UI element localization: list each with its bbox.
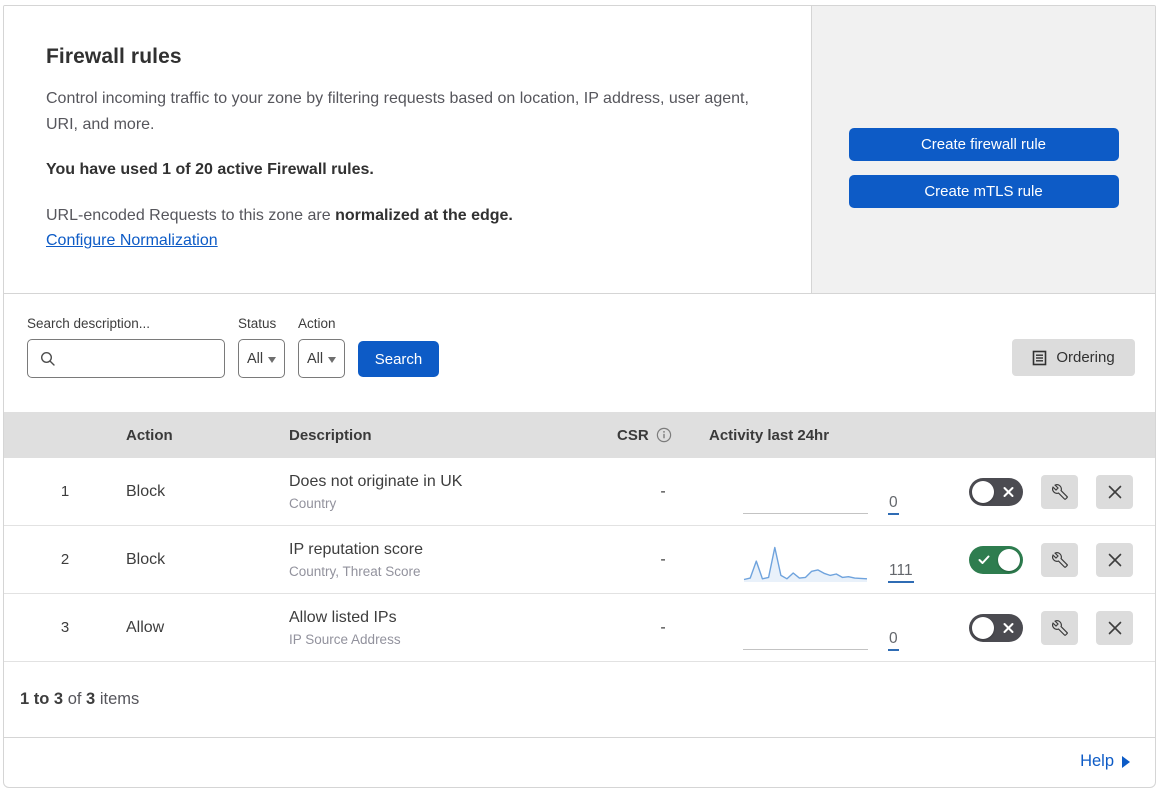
normalization-bold: normalized at the edge. xyxy=(335,207,513,224)
chevron-down-icon xyxy=(268,356,277,363)
list-document-icon xyxy=(1033,350,1047,365)
rule-fields: Country, Threat Score xyxy=(289,564,421,579)
search-label: Search description... xyxy=(27,316,151,331)
help-link[interactable]: Help xyxy=(1080,752,1130,771)
status-label: Status xyxy=(238,316,277,331)
close-icon xyxy=(1108,485,1121,498)
cta-panel: Create firewall rule Create mTLS rule xyxy=(812,6,1155,293)
arrow-right-icon xyxy=(1122,755,1130,768)
rule-priority: 1 xyxy=(60,483,70,500)
rule-controls xyxy=(924,542,1155,577)
search-icon xyxy=(40,351,55,366)
activity-count-link[interactable]: 0 xyxy=(888,494,899,515)
normalization-prefix: URL-encoded Requests to this zone are xyxy=(46,207,336,224)
chevron-down-icon xyxy=(328,356,337,363)
rule-enabled-toggle[interactable] xyxy=(969,613,1023,642)
rule-description: Does not originate in UK xyxy=(289,473,463,490)
rule-description-cell: Does not originate in UK Country xyxy=(289,472,617,511)
table-row: 1 Block Does not originate in UK Country… xyxy=(4,458,1155,526)
rule-activity-cell: 0 xyxy=(709,605,924,651)
rule-csr: - xyxy=(660,550,666,568)
edit-rule-button[interactable] xyxy=(1041,542,1078,577)
activity-count-link[interactable]: 0 xyxy=(888,630,899,651)
rule-description: IP reputation score xyxy=(289,541,424,558)
header-activity: Activity last 24hr xyxy=(709,426,830,444)
rule-description-cell: Allow listed IPs IP Source Address xyxy=(289,608,617,647)
activity-sparkline xyxy=(743,546,868,582)
rule-fields: Country xyxy=(289,496,337,511)
close-icon xyxy=(1108,553,1121,566)
table-row: 2 Block IP reputation score Country, Thr… xyxy=(4,526,1155,594)
toggle-off-x-icon xyxy=(1003,622,1014,633)
rule-action: Allow xyxy=(126,618,165,636)
action-label: Action xyxy=(298,316,336,331)
rule-controls xyxy=(924,610,1155,645)
rule-activity-cell: 111 xyxy=(709,537,924,583)
header-action: Action xyxy=(126,426,173,444)
edit-rule-button[interactable] xyxy=(1041,610,1078,645)
delete-rule-button[interactable] xyxy=(1096,474,1133,509)
rule-controls xyxy=(924,474,1155,509)
usage-summary: You have used 1 of 20 active Firewall ru… xyxy=(46,161,374,178)
rule-description-cell: IP reputation score Country, Threat Scor… xyxy=(289,540,617,579)
create-firewall-rule-button[interactable]: Create firewall rule xyxy=(848,127,1119,161)
rule-description: Allow listed IPs xyxy=(289,609,397,626)
page-description: Control incoming traffic to your zone by… xyxy=(46,90,749,133)
wrench-icon xyxy=(1051,551,1068,568)
pagination-summary: 1 to 3 of 3 items xyxy=(4,662,1155,738)
toggle-knob xyxy=(972,480,994,503)
rule-enabled-toggle[interactable] xyxy=(969,477,1023,506)
rule-activity-cell: 0 xyxy=(709,469,924,515)
delete-rule-button[interactable] xyxy=(1096,610,1133,645)
info-icon[interactable] xyxy=(656,427,672,443)
rule-priority: 2 xyxy=(60,551,70,568)
search-input[interactable] xyxy=(64,340,219,377)
rule-fields: IP Source Address xyxy=(289,632,401,647)
ordering-button[interactable]: Ordering xyxy=(1012,339,1135,376)
toggle-off-x-icon xyxy=(1003,486,1014,497)
status-value: All xyxy=(246,350,264,367)
action-dropdown[interactable]: All xyxy=(298,339,345,378)
action-filter: Action All xyxy=(298,316,345,378)
toggle-knob xyxy=(998,548,1020,571)
help-footer: Help xyxy=(4,738,1155,785)
rule-action: Block xyxy=(126,482,166,500)
activity-baseline xyxy=(743,648,868,650)
search-button[interactable]: Search xyxy=(358,341,439,377)
status-filter: Status All xyxy=(238,316,285,378)
rule-action: Block xyxy=(126,550,166,568)
firewall-rules-card: Firewall rules Control incoming traffic … xyxy=(3,5,1156,788)
rule-priority: 3 xyxy=(60,619,70,636)
intro-panel: Firewall rules Control incoming traffic … xyxy=(4,6,812,293)
rule-enabled-toggle[interactable] xyxy=(969,545,1023,574)
activity-baseline xyxy=(743,512,868,514)
toggle-on-check-icon xyxy=(978,555,990,564)
close-icon xyxy=(1108,621,1121,634)
table-row: 3 Allow Allow listed IPs IP Source Addre… xyxy=(4,594,1155,662)
rule-csr: - xyxy=(660,618,666,636)
page-title: Firewall rules xyxy=(46,45,182,68)
activity-count-link[interactable]: 111 xyxy=(888,562,914,583)
wrench-icon xyxy=(1051,619,1068,636)
action-value: All xyxy=(306,350,324,367)
search-field: Search description... xyxy=(27,316,225,378)
configure-normalization-link[interactable]: Configure Normalization xyxy=(46,232,218,249)
wrench-icon xyxy=(1051,483,1068,500)
delete-rule-button[interactable] xyxy=(1096,542,1133,577)
top-section: Firewall rules Control incoming traffic … xyxy=(4,6,1155,294)
rule-csr: - xyxy=(660,482,666,500)
header-csr: CSR xyxy=(617,427,709,444)
create-mtls-rule-button[interactable]: Create mTLS rule xyxy=(848,174,1119,208)
table-header: Action Description CSR Activity last 24h… xyxy=(4,412,1155,458)
toggle-knob xyxy=(972,616,994,639)
status-dropdown[interactable]: All xyxy=(238,339,285,378)
filter-bar: Search description... Status All Action xyxy=(4,294,1155,412)
search-input-box[interactable] xyxy=(27,339,225,378)
normalization-note: URL-encoded Requests to this zone are no… xyxy=(46,207,767,225)
header-description: Description xyxy=(289,426,372,444)
edit-rule-button[interactable] xyxy=(1041,474,1078,509)
